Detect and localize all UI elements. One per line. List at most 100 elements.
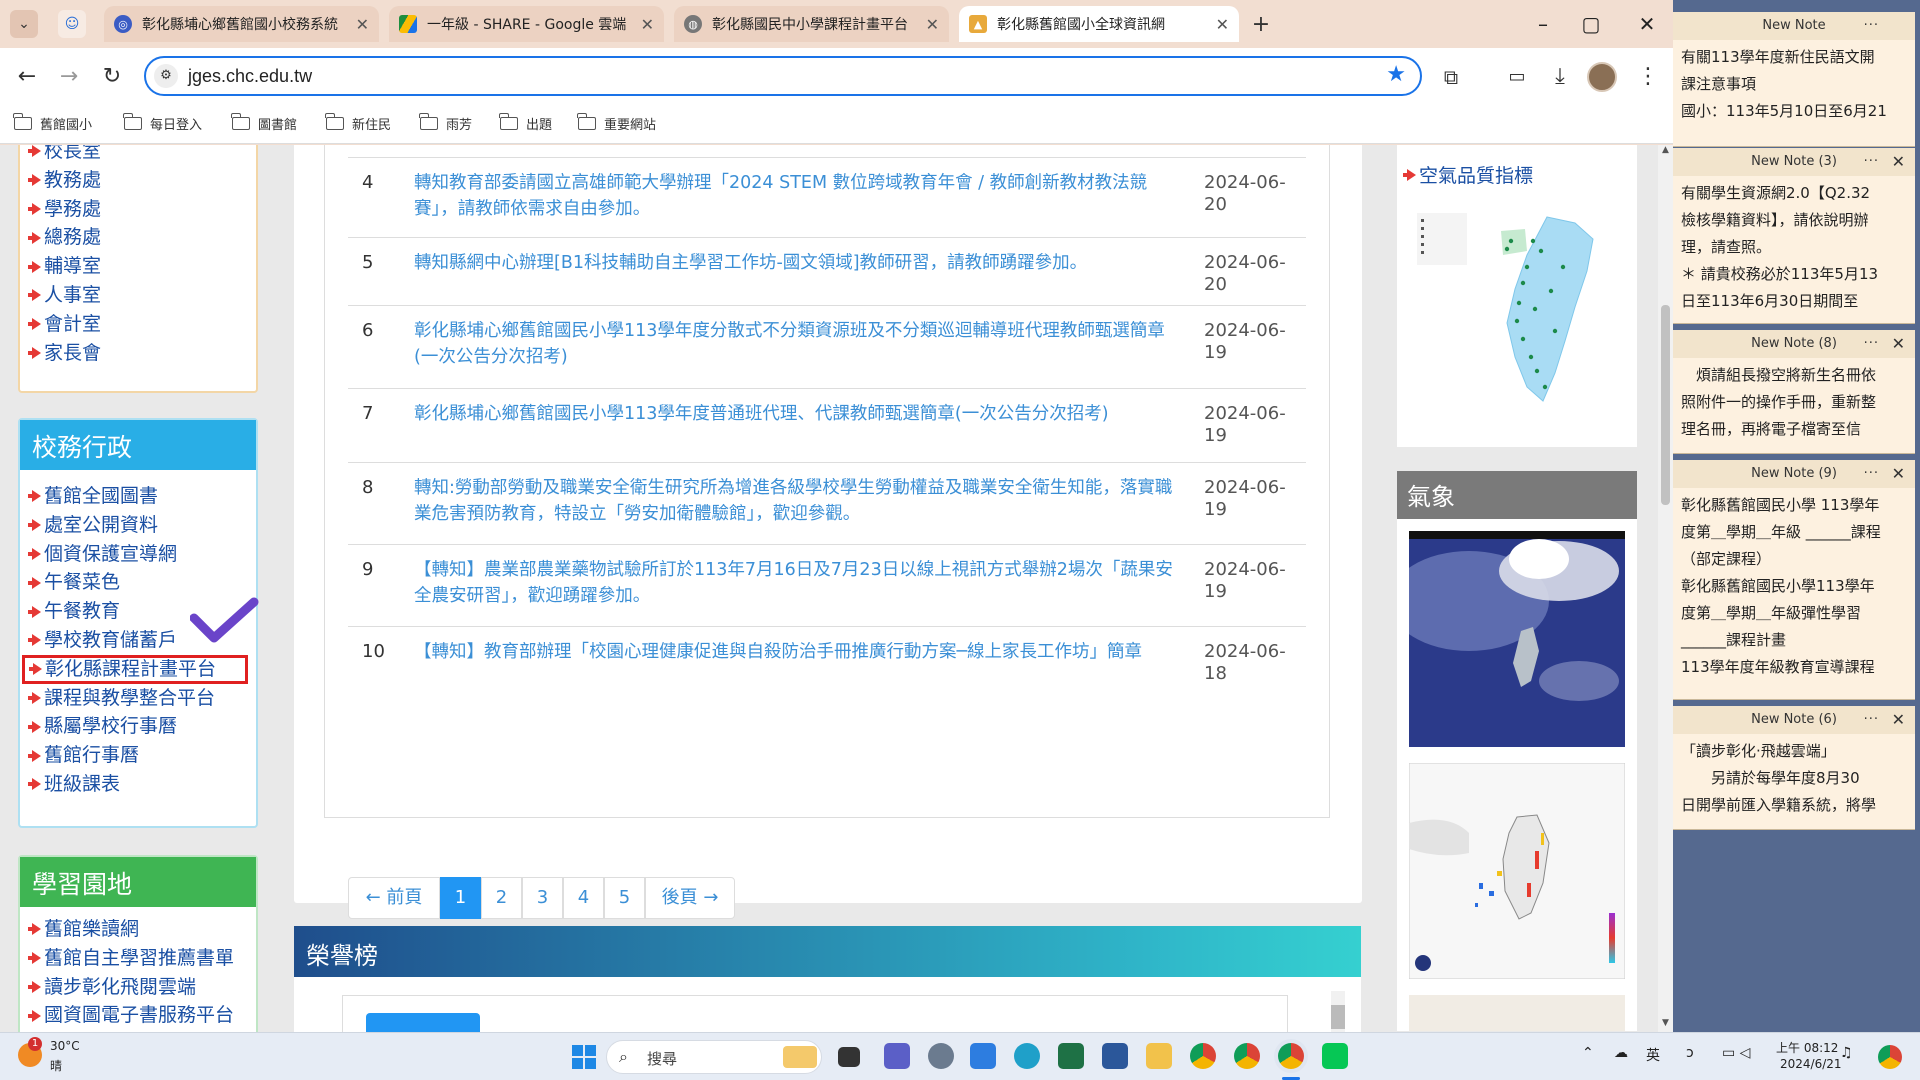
news-link[interactable]: 【轉知】教育部辦理「校園心理健康促進與自殺防治手冊推廣行動方案─線上家長工作坊」… bbox=[414, 639, 1174, 665]
more-icon[interactable]: ··· bbox=[1864, 706, 1879, 734]
office-link[interactable]: 人事室 bbox=[28, 281, 256, 310]
learning-link[interactable]: 舊館自主學習推薦書單 bbox=[28, 944, 256, 973]
site-info-icon[interactable]: ⚙ bbox=[154, 64, 178, 88]
scroll-up-icon[interactable]: ▲ bbox=[1658, 145, 1673, 159]
rainfall-map-preview[interactable] bbox=[1409, 995, 1625, 1031]
news-link[interactable]: 【轉知】農業部農業藥物試驗所訂於113年7月16日及7月23日以線上視訊方式舉辦… bbox=[414, 557, 1174, 609]
close-icon[interactable]: ✕ bbox=[641, 15, 654, 34]
close-icon[interactable]: ✕ bbox=[356, 15, 369, 34]
excel-icon[interactable] bbox=[1058, 1043, 1084, 1069]
ime-mode-icon[interactable]: ɔ bbox=[1686, 1045, 1694, 1061]
admin-link[interactable]: 縣屬學校行事曆 bbox=[28, 712, 256, 741]
start-icon[interactable] bbox=[572, 1045, 596, 1069]
todo-icon[interactable] bbox=[970, 1043, 996, 1069]
tab-google-drive[interactable]: 一年級 - SHARE - Google 雲端 ✕ bbox=[389, 6, 664, 42]
page-4-button[interactable]: 4 bbox=[563, 877, 604, 919]
page-scrollbar[interactable]: ▲ ▼ bbox=[1658, 145, 1673, 1032]
more-icon[interactable]: ··· bbox=[1864, 148, 1879, 176]
new-tab-button[interactable]: + bbox=[1246, 10, 1276, 40]
page-3-button[interactable]: 3 bbox=[522, 877, 563, 919]
learning-link[interactable]: 舊館樂讀網 bbox=[28, 915, 256, 944]
news-link[interactable]: 轉知教育部委請國立高雄師範大學辦理「2024 STEM 數位跨域教育年會 / 教… bbox=[414, 170, 1174, 222]
settings-icon[interactable] bbox=[928, 1043, 954, 1069]
page-1-button[interactable]: 1 bbox=[440, 877, 481, 919]
close-icon[interactable]: ✕ bbox=[1892, 330, 1905, 358]
chrome-profile-icon[interactable] bbox=[1234, 1043, 1260, 1069]
radar-image[interactable] bbox=[1409, 763, 1625, 979]
bookmark-folder[interactable]: 雨芳 bbox=[419, 113, 472, 133]
office-link[interactable]: 輔導室 bbox=[28, 252, 256, 281]
tray-chevron-icon[interactable]: ⌃ bbox=[1582, 1045, 1594, 1061]
bookmark-folder[interactable]: 舊館國小 bbox=[13, 113, 92, 133]
office-link[interactable]: 會計室 bbox=[28, 310, 256, 339]
tab-group-icon[interactable]: ☺ bbox=[58, 10, 86, 38]
chrome-icon[interactable] bbox=[1190, 1043, 1216, 1069]
weather-temp[interactable]: 30°C bbox=[50, 1039, 80, 1053]
learning-link[interactable]: 讀步彰化飛閱雲端 bbox=[28, 973, 256, 1002]
air-quality-link[interactable]: 空氣品質指標 bbox=[1403, 161, 1533, 188]
tab-curriculum-platform[interactable]: ◍ 彰化縣國民中小學課程計畫平台 ✕ bbox=[674, 6, 949, 42]
admin-link[interactable]: 個資保護宣導網 bbox=[28, 540, 256, 569]
cast-icon[interactable]: ▭ bbox=[1502, 62, 1532, 92]
taskbar-search[interactable]: ⌕ 搜尋 bbox=[606, 1040, 822, 1074]
sticky-note[interactable]: New Note (9) ··· ✕ 彰化縣舊館國民小學 113學年 度第＿學期＿年… bbox=[1673, 460, 1915, 700]
admin-link[interactable]: 舊館行事曆 bbox=[28, 741, 256, 770]
news-link[interactable]: 轉知縣網中心辦理[B1科技輔助自主學習工作坊-國文領域]教師研習，請教師踴躍參加… bbox=[414, 250, 1174, 276]
prev-page-button[interactable]: ← 前頁 bbox=[348, 877, 440, 919]
admin-link[interactable]: 班級課表 bbox=[28, 770, 256, 799]
page-2-button[interactable]: 2 bbox=[481, 877, 522, 919]
office-link[interactable]: 校長室 bbox=[28, 145, 256, 166]
sticky-note[interactable]: New Note (8) ··· ✕ 煩請組長撥空將新生名冊依 照附件一的操作手冊，… bbox=[1673, 330, 1915, 454]
bell-icon[interactable]: ♫ bbox=[1840, 1045, 1853, 1061]
word-icon[interactable] bbox=[1102, 1043, 1128, 1069]
news-link[interactable]: 轉知:勞動部勞動及職業安全衛生研究所為增進各級學校學生勞動權益及職業安全衛生知能… bbox=[414, 475, 1174, 527]
admin-link[interactable]: 課程與教學整合平台 bbox=[28, 684, 256, 713]
news-link[interactable]: 彰化縣埔心鄉舊館國民小學113學年度普通班代理、代課教師甄選簡章(一次公告分次招… bbox=[414, 401, 1174, 427]
copilot-icon[interactable] bbox=[1878, 1045, 1902, 1069]
close-icon[interactable]: ✕ bbox=[926, 15, 939, 34]
admin-link[interactable]: 舊館全國圖書 bbox=[28, 482, 256, 511]
close-icon[interactable]: ✕ bbox=[1216, 15, 1229, 34]
tab-search-button[interactable]: ⌄ bbox=[10, 10, 38, 38]
office-link[interactable]: 教務處 bbox=[28, 166, 256, 195]
close-icon[interactable]: ✕ bbox=[1892, 706, 1905, 734]
scroll-down-icon[interactable]: ▼ bbox=[1658, 1018, 1673, 1032]
tab-school-admin[interactable]: ◎ 彰化縣埔心鄉舊館國小校務系統 ✕ bbox=[104, 6, 379, 42]
sticky-note[interactable]: New Note (3) ··· ✕ 有關學生資源網2.0【Q2.32 檢核學籍資料… bbox=[1673, 148, 1915, 324]
office-link[interactable]: 家長會 bbox=[28, 339, 256, 368]
clock-time[interactable]: 上午 08:12 bbox=[1776, 1039, 1838, 1056]
ime-indicator[interactable]: 英 bbox=[1646, 1045, 1660, 1065]
next-page-button[interactable]: 後頁 → bbox=[645, 877, 735, 919]
close-icon[interactable]: ✕ bbox=[1892, 460, 1905, 488]
admin-link[interactable]: 處室公開資料 bbox=[28, 511, 256, 540]
learning-link[interactable]: 國資圖電子書服務平台 bbox=[28, 1001, 256, 1030]
minimize-icon[interactable]: – bbox=[1528, 10, 1558, 38]
maximize-icon[interactable]: ▢ bbox=[1576, 10, 1606, 38]
close-window-icon[interactable]: ✕ bbox=[1632, 10, 1662, 38]
file-explorer-icon[interactable] bbox=[1146, 1043, 1172, 1069]
chrome-active-icon[interactable] bbox=[1278, 1043, 1304, 1069]
sticky-note[interactable]: New Note (6) ··· ✕ 「讀步彰化‧飛越雲端」 另請於每學年度8月30… bbox=[1673, 706, 1915, 830]
more-icon[interactable]: ··· bbox=[1864, 460, 1879, 488]
extensions-icon[interactable]: ⧉ bbox=[1436, 62, 1466, 92]
menu-icon[interactable]: ⋮ bbox=[1633, 62, 1663, 92]
honor-active-tab[interactable] bbox=[366, 1013, 480, 1032]
task-view-icon[interactable] bbox=[838, 1047, 860, 1067]
bookmark-folder[interactable]: 出題 bbox=[499, 113, 552, 133]
bookmark-folder[interactable]: 圖書館 bbox=[231, 113, 297, 133]
forward-icon[interactable]: → bbox=[54, 62, 84, 92]
admin-link-highlighted[interactable]: 彰化縣課程計畫平台 bbox=[22, 654, 248, 684]
bookmark-folder[interactable]: 新住民 bbox=[325, 113, 391, 133]
bookmark-star-icon[interactable]: ★ bbox=[1386, 62, 1406, 87]
page-5-button[interactable]: 5 bbox=[604, 877, 645, 919]
admin-link[interactable]: 午餐菜色 bbox=[28, 568, 256, 597]
line-icon[interactable] bbox=[1322, 1043, 1348, 1069]
bookmark-folder[interactable]: 重要網站 bbox=[577, 113, 656, 133]
office-link[interactable]: 總務處 bbox=[28, 223, 256, 252]
address-bar[interactable]: ⚙ jges.chc.edu.tw ★ bbox=[144, 56, 1422, 96]
scrollbar-thumb[interactable] bbox=[1661, 305, 1670, 505]
edge-icon[interactable] bbox=[1014, 1043, 1040, 1069]
more-icon[interactable]: ··· bbox=[1864, 12, 1879, 40]
more-icon[interactable]: ··· bbox=[1864, 330, 1879, 358]
satellite-image[interactable] bbox=[1409, 531, 1625, 747]
